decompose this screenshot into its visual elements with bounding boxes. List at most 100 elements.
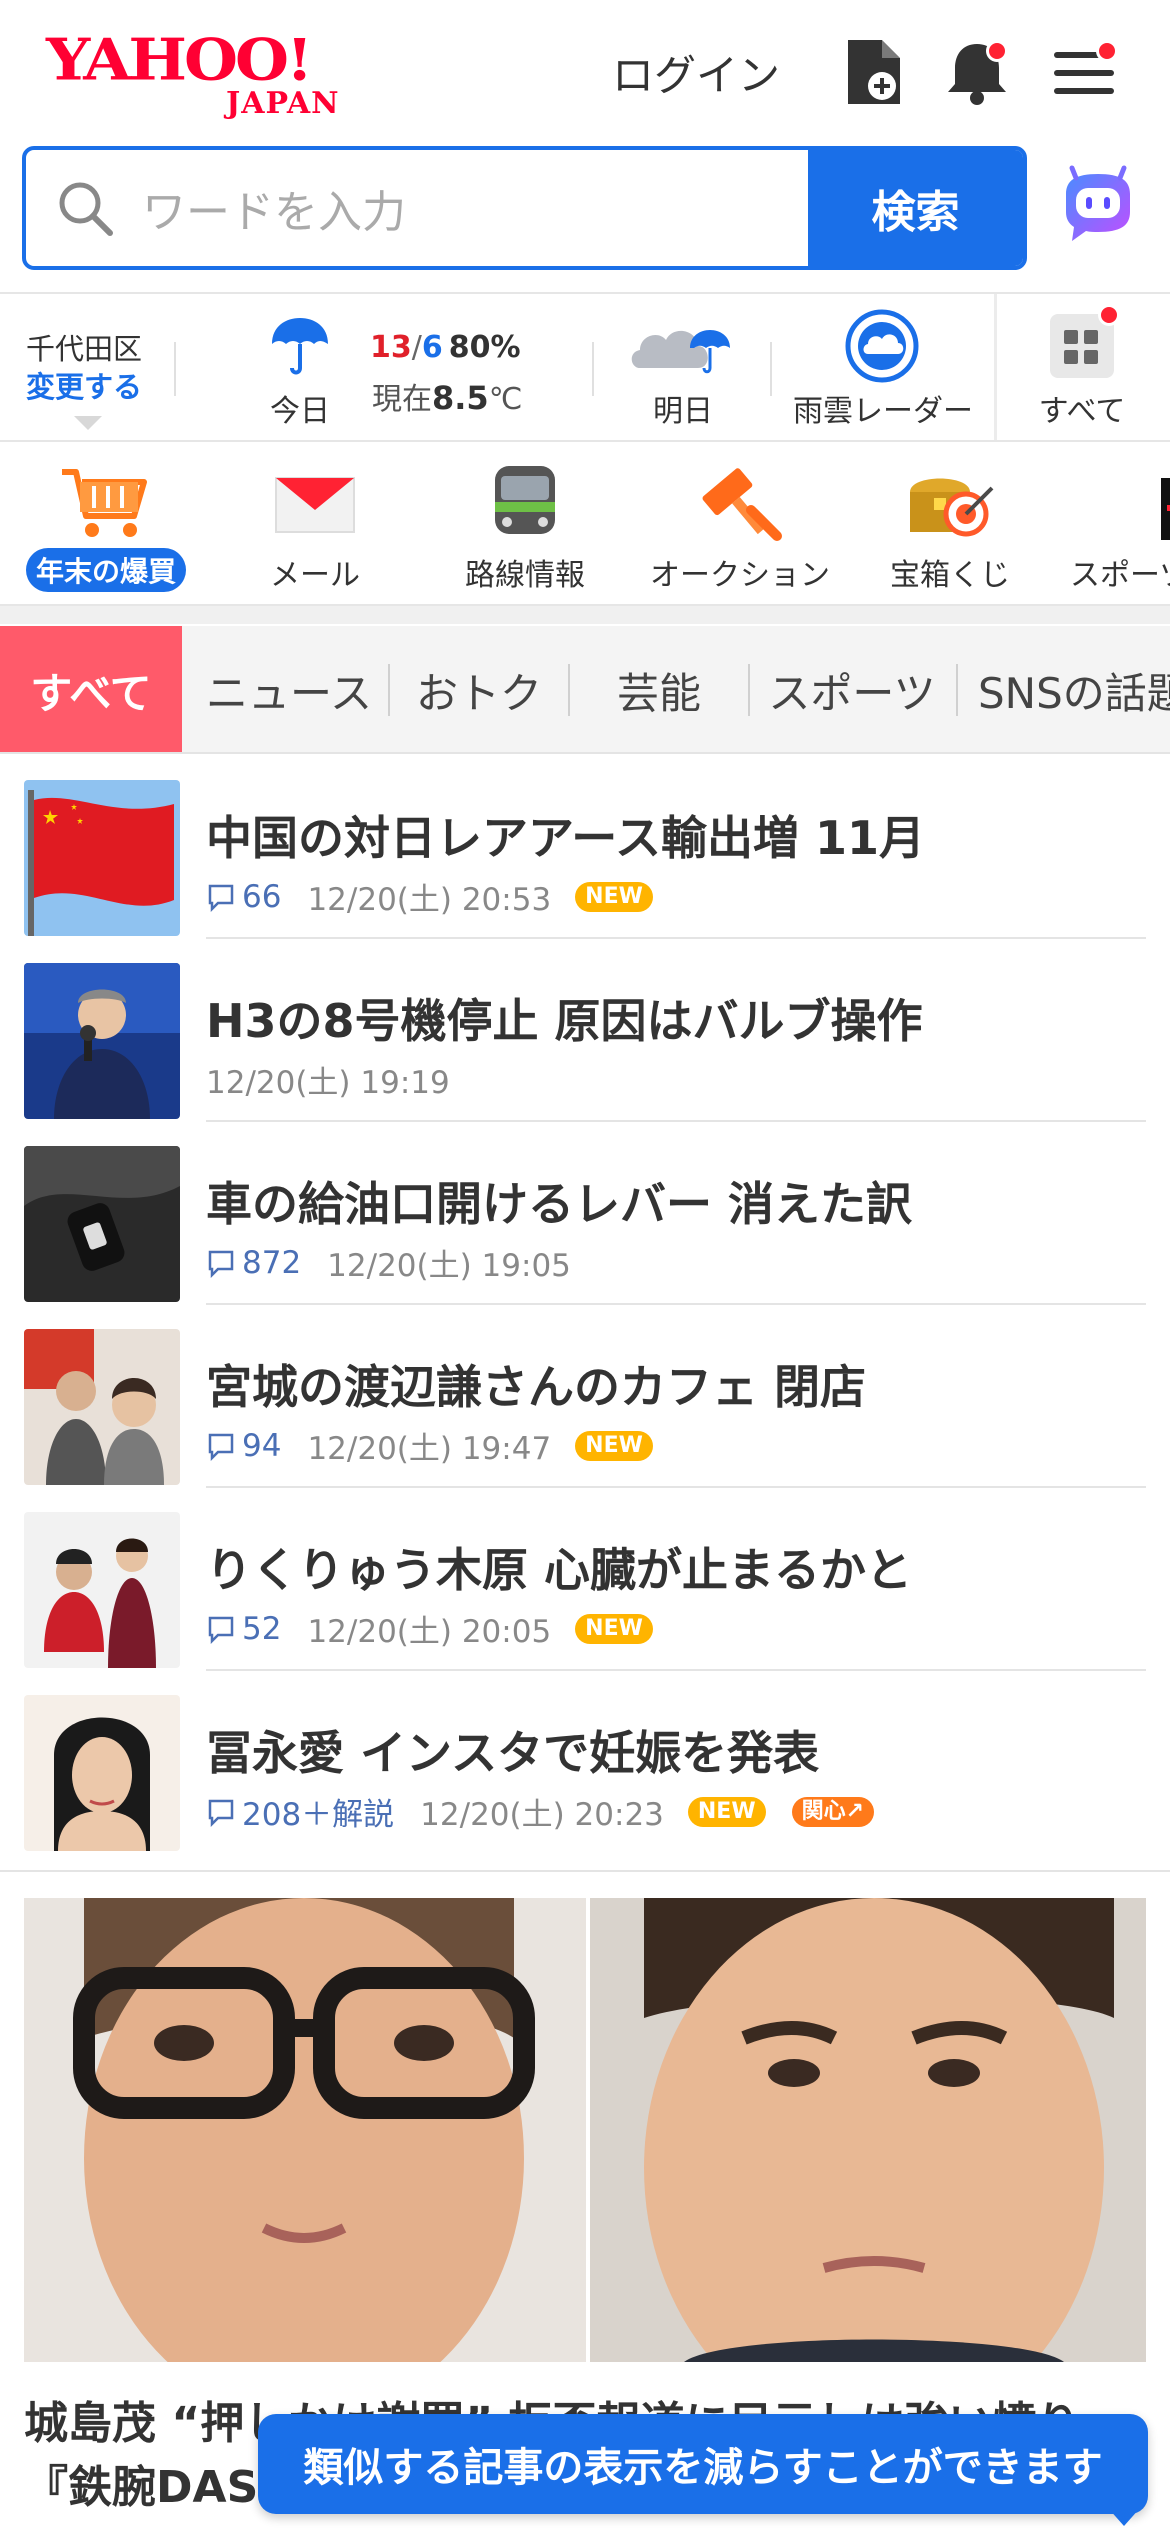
- service-label: 宝箱くじ: [890, 558, 1010, 593]
- notification-bell-icon[interactable]: [944, 36, 1010, 108]
- current-temp-value: 8.5: [432, 379, 489, 417]
- divider: [174, 342, 176, 396]
- divider: [592, 342, 594, 396]
- header: YAHOO! JAPAN ログイン: [0, 0, 1170, 145]
- comment-count[interactable]: 94: [206, 1428, 281, 1464]
- new-badge: NEW: [575, 1613, 653, 1644]
- comment-count-value: 66: [242, 878, 282, 915]
- service-sports[interactable]: スポーツ: [1066, 462, 1170, 593]
- news-title[interactable]: 中国の対日レアアース輸出増 11月: [206, 802, 925, 868]
- service-mail[interactable]: メール: [230, 462, 400, 593]
- news-datetime: 12/20(土) 20:05: [307, 1614, 552, 1650]
- location-caret: [74, 416, 102, 430]
- auction-gavel-icon: [702, 468, 782, 541]
- tab-sns[interactable]: SNSの話題: [960, 626, 1170, 752]
- weather-temps: 13/6 80%: [370, 330, 521, 365]
- service-auction[interactable]: オークション: [640, 462, 840, 593]
- news-thumbnail: [24, 1329, 180, 1485]
- news-item[interactable]: 車の給油口開けるレバー 消えた訳 872 12/20(土) 19:05: [0, 1122, 1170, 1305]
- services-row: 年末の爆買 メール 路線情報 オークション 宝箱くじ スポー: [0, 444, 1170, 604]
- menu-dot: [1096, 40, 1118, 62]
- section-divider: [0, 604, 1170, 624]
- search-input[interactable]: ワードを入力: [26, 150, 811, 266]
- news-item[interactable]: りくりゅう木原 心臓が止まるかと 52 12/20(土) 20:05 NEW: [0, 1488, 1170, 1671]
- comment-count[interactable]: 66: [206, 879, 281, 915]
- ai-assistant-icon[interactable]: [1056, 164, 1140, 248]
- all-dot: [1098, 304, 1120, 326]
- search-button[interactable]: 検索: [808, 150, 1023, 266]
- news-thumbnail: [24, 1695, 180, 1851]
- service-label: 年末の爆買: [25, 548, 186, 592]
- add-document-icon[interactable]: [840, 36, 906, 108]
- news-item[interactable]: 中国の対日レアアース輸出増 11月 66 12/20(土) 20:53 NEW: [0, 756, 1170, 939]
- new-badge: NEW: [575, 1430, 653, 1461]
- all-services-label: すべて: [1038, 394, 1126, 429]
- service-label: メール: [270, 558, 360, 593]
- news-meta: 872 12/20(土) 19:05: [206, 1240, 571, 1285]
- tab-entertainment[interactable]: 芸能: [570, 626, 748, 752]
- tooltip-toast[interactable]: 類似する記事の表示を減らすことができます: [258, 2414, 1148, 2514]
- news-datetime: 12/20(土) 20:53: [307, 882, 552, 918]
- tab-all[interactable]: すべて: [0, 626, 182, 752]
- comment-icon: [208, 1616, 234, 1644]
- login-link[interactable]: ログイン: [612, 42, 780, 103]
- weather-change-link[interactable]: 変更する: [26, 368, 142, 406]
- weather-location[interactable]: 千代田区 変更する: [26, 330, 142, 406]
- comment-count[interactable]: 872: [206, 1245, 301, 1281]
- divider: [994, 294, 997, 440]
- current-temp: 現在8.5℃: [372, 374, 522, 418]
- service-label: オークション: [650, 558, 830, 593]
- news-item[interactable]: H3の8号機停止 原因はバルブ操作 12/20(土) 19:19: [0, 939, 1170, 1122]
- comment-count-value: 208＋解説: [242, 1797, 395, 1833]
- service-shopping[interactable]: 年末の爆買: [16, 462, 196, 592]
- comment-count-value: 94: [242, 1427, 282, 1464]
- news-meta: 12/20(土) 19:19: [206, 1057, 450, 1102]
- comment-count[interactable]: 52: [206, 1611, 281, 1647]
- news-title[interactable]: 宮城の渡辺謙さんのカフェ 閉店: [206, 1351, 866, 1417]
- comment-icon: [208, 1250, 234, 1278]
- new-badge: NEW: [575, 881, 653, 912]
- notification-dot: [986, 40, 1008, 62]
- current-temp-prefix: 現在: [372, 382, 432, 417]
- train-icon: [495, 466, 555, 534]
- section-divider: [0, 1870, 1170, 1872]
- news-thumbnail: [24, 963, 180, 1119]
- tab-sports[interactable]: スポーツ: [750, 626, 954, 752]
- feature-image[interactable]: [24, 1898, 1146, 2362]
- news-thumbnail: [24, 1146, 180, 1302]
- news-item[interactable]: 冨永愛 インスタで妊娠を発表 208＋解説 12/20(土) 20:23 NEW…: [0, 1671, 1170, 1854]
- comment-icon: [208, 1433, 234, 1461]
- tab-news[interactable]: ニュース: [192, 626, 386, 752]
- news-meta: 94 12/20(土) 19:47 NEW: [206, 1423, 653, 1468]
- yahoo-japan-logo[interactable]: YAHOO! JAPAN: [46, 26, 366, 121]
- news-item[interactable]: 宮城の渡辺謙さんのカフェ 閉店 94 12/20(土) 19:47 NEW: [0, 1305, 1170, 1488]
- search-icon: [59, 182, 113, 236]
- cloud-rain-icon[interactable]: [628, 312, 734, 382]
- news-meta: 52 12/20(土) 20:05 NEW: [206, 1606, 653, 1651]
- rain-radar-icon[interactable]: [844, 308, 920, 384]
- logo-main-text: YAHOO!: [46, 26, 313, 94]
- toast-pointer: [1108, 2508, 1140, 2526]
- news-title[interactable]: 車の給油口開けるレバー 消えた訳: [206, 1168, 912, 1234]
- service-treasure[interactable]: 宝箱くじ: [870, 462, 1030, 593]
- shopping-cart-icon: [62, 469, 147, 537]
- news-title[interactable]: 冨永愛 インスタで妊娠を発表: [206, 1717, 819, 1783]
- temp-low: 6: [421, 330, 443, 365]
- comment-icon: [208, 1799, 234, 1827]
- service-label: 路線情報: [465, 558, 585, 593]
- comment-count-value: 52: [242, 1610, 282, 1647]
- service-label: スポーツ: [1070, 558, 1170, 593]
- tab-deals[interactable]: おトク: [390, 626, 568, 752]
- category-tabs: すべて ニュース おトク 芸能 スポーツ SNSの話題: [0, 626, 1170, 754]
- news-title[interactable]: H3の8号機停止 原因はバルブ操作: [206, 985, 923, 1051]
- umbrella-icon[interactable]: [268, 314, 332, 378]
- comment-count[interactable]: 208＋解説: [206, 1789, 394, 1834]
- weather-tomorrow-label: 明日: [653, 394, 713, 429]
- service-train[interactable]: 路線情報: [440, 462, 610, 593]
- grid-apps-icon[interactable]: [1050, 304, 1120, 378]
- comment-count-value: 872: [242, 1244, 302, 1281]
- current-temp-unit: ℃: [488, 382, 523, 417]
- menu-hamburger-icon[interactable]: [1052, 36, 1118, 108]
- weather-today-label: 今日: [270, 394, 330, 429]
- news-title[interactable]: りくりゅう木原 心臓が止まるかと: [206, 1534, 912, 1600]
